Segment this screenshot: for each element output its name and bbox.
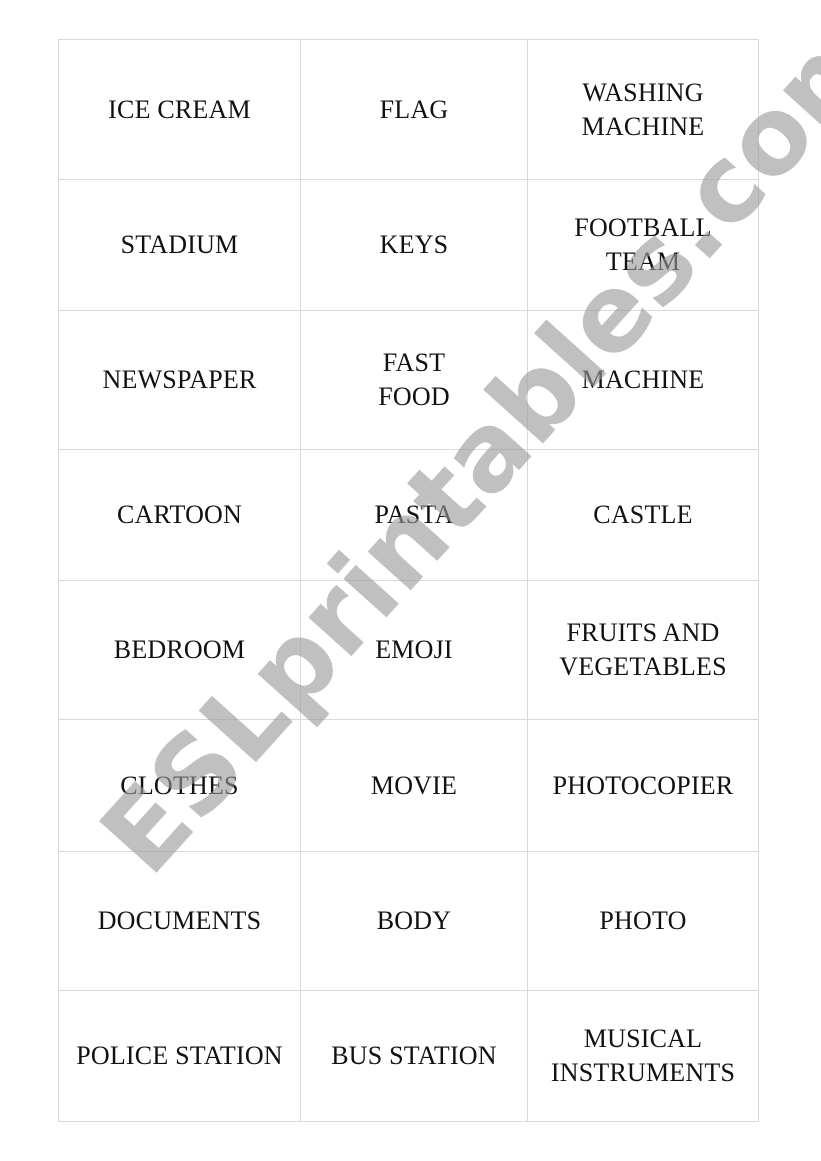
- word-card: PHOTO: [527, 851, 759, 991]
- word-card-label: PHOTO: [599, 906, 687, 935]
- word-card: POLICE STATION: [58, 990, 301, 1122]
- word-card: CLOTHES: [58, 719, 301, 852]
- word-card-label: CARTOON: [116, 500, 243, 529]
- word-card-label: EMOJI: [375, 635, 453, 664]
- card-row: NEWSPAPER FAST FOOD MACHINE: [58, 310, 759, 450]
- word-card: PHOTOCOPIER: [527, 719, 759, 852]
- card-row: STADIUM KEYS FOOTBALL TEAM: [58, 179, 759, 311]
- word-card: BUS STATION: [300, 990, 528, 1122]
- word-card-label: BUS STATION: [331, 1041, 497, 1070]
- word-card-label: DOCUMENTS: [97, 906, 262, 935]
- word-card-label: POLICE STATION: [76, 1041, 283, 1070]
- word-card-label: ICE CREAM: [108, 94, 251, 124]
- word-card: MACHINE: [527, 310, 759, 450]
- word-card-label: FAST FOOD: [378, 348, 450, 411]
- word-card: NEWSPAPER: [58, 310, 301, 450]
- card-row: CARTOON PASTA CASTLE: [58, 449, 759, 581]
- word-card: BEDROOM: [58, 580, 301, 720]
- word-card: BODY: [300, 851, 528, 991]
- word-card: FOOTBALL TEAM: [527, 179, 759, 311]
- word-card-table: ICE CREAM FLAG WASHING MACHINE STADIUM KEYS F…: [58, 39, 759, 1122]
- word-card-label: BODY: [376, 906, 452, 935]
- card-row: ICE CREAM FLAG WASHING MACHINE: [58, 39, 759, 180]
- word-card: FRUITS AND VEGETABLES: [527, 580, 759, 720]
- word-card-label: PHOTOCOPIER: [552, 770, 734, 800]
- word-card: EMOJI: [300, 580, 528, 720]
- word-card-label: NEWSPAPER: [102, 365, 257, 394]
- word-card: ICE CREAM: [58, 39, 301, 180]
- word-card: KEYS: [300, 179, 528, 311]
- word-card: FLAG: [300, 39, 528, 180]
- word-card-label: FLAG: [379, 94, 449, 124]
- word-card-label: MOVIE: [370, 770, 458, 800]
- word-card: FAST FOOD: [300, 310, 528, 450]
- word-card-label: FRUITS AND VEGETABLES: [559, 618, 727, 681]
- word-card: DOCUMENTS: [58, 851, 301, 991]
- card-row: BEDROOM EMOJI FRUITS AND VEGETABLES: [58, 580, 759, 720]
- word-card-label: KEYS: [379, 230, 449, 259]
- word-card-label: MACHINE: [581, 365, 705, 394]
- card-row: DOCUMENTS BODY PHOTO: [58, 851, 759, 991]
- word-card: STADIUM: [58, 179, 301, 311]
- word-card-table-body: ICE CREAM FLAG WASHING MACHINE STADIUM KEYS F…: [58, 39, 759, 1122]
- word-card-label: MUSICAL INSTRUMENTS: [550, 1024, 736, 1087]
- word-card: WASHING MACHINE: [527, 39, 759, 180]
- card-row: POLICE STATION BUS STATION MUSICAL INSTRUM…: [58, 990, 759, 1122]
- card-row: CLOTHES MOVIE PHOTOCOPIER: [58, 719, 759, 852]
- word-card: CARTOON: [58, 449, 301, 581]
- word-card-label: FOOTBALL TEAM: [574, 213, 712, 276]
- word-card-label: PASTA: [374, 500, 454, 529]
- word-card: MOVIE: [300, 719, 528, 852]
- word-card: PASTA: [300, 449, 528, 581]
- word-card: MUSICAL INSTRUMENTS: [527, 990, 759, 1122]
- word-card-label: WASHING MACHINE: [581, 77, 705, 141]
- word-card-label: CLOTHES: [120, 770, 239, 800]
- word-card: CASTLE: [527, 449, 759, 581]
- word-card-label: STADIUM: [120, 230, 239, 259]
- word-card-label: CASTLE: [593, 500, 693, 529]
- word-card-label: BEDROOM: [113, 635, 246, 664]
